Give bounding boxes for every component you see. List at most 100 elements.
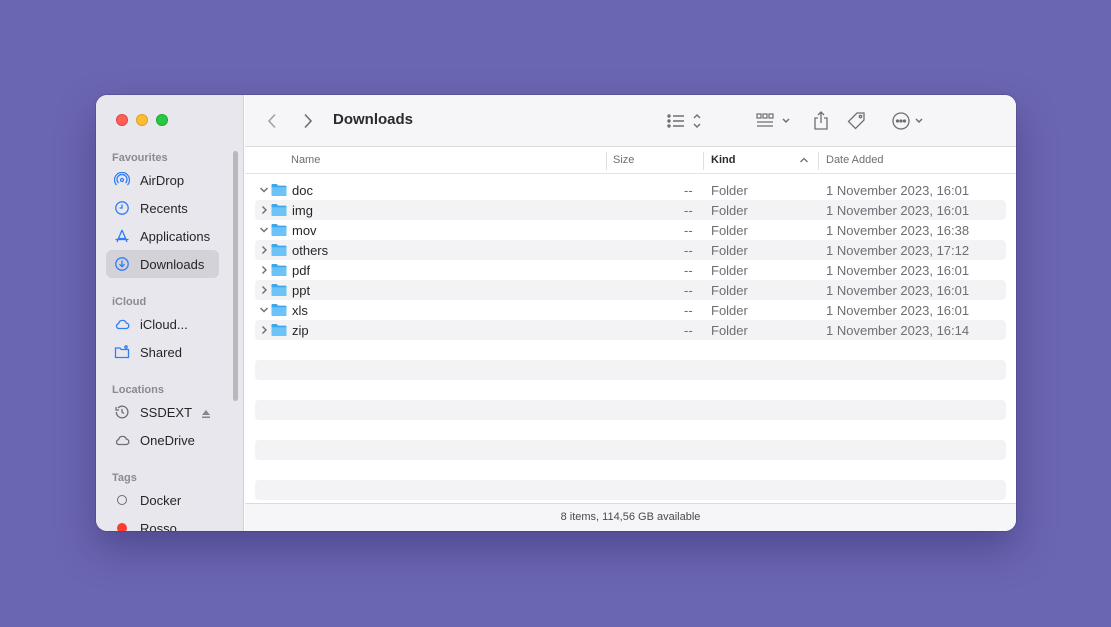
- empty-row-stripe: [255, 360, 1006, 380]
- column-date-added[interactable]: Date Added: [826, 154, 884, 166]
- file-size: --: [684, 183, 693, 198]
- sidebar-item-onedrive[interactable]: OneDrive: [106, 426, 219, 454]
- sidebar-item-label: Rosso: [140, 520, 177, 532]
- chevron-down-icon[interactable]: [259, 224, 269, 236]
- sidebar-item-tag-rosso[interactable]: Rosso: [106, 514, 219, 531]
- sidebar-item-shared[interactable]: Shared: [106, 338, 219, 366]
- chevron-right-icon[interactable]: [259, 284, 269, 296]
- file-name: ppt: [292, 283, 311, 298]
- file-name: xls: [292, 303, 308, 318]
- file-row[interactable]: others -- Folder 1 November 2023, 17:12: [255, 240, 1006, 260]
- chevron-right-icon[interactable]: [259, 264, 269, 276]
- file-row[interactable]: zip -- Folder 1 November 2023, 16:14: [255, 320, 1006, 340]
- file-name: doc: [292, 183, 313, 198]
- column-size[interactable]: Size: [613, 154, 634, 166]
- sidebar-item-label: Recents: [140, 200, 188, 216]
- file-row[interactable]: doc -- Folder 1 November 2023, 16:01: [255, 180, 1006, 200]
- sidebar-item-recents[interactable]: Recents: [106, 194, 219, 222]
- file-kind: Folder: [711, 283, 748, 298]
- share-button[interactable]: [811, 109, 831, 133]
- sidebar-item-label: iCloud...: [140, 316, 188, 332]
- sidebar-item-label: SSDEXT: [140, 404, 193, 420]
- chevron-right-icon[interactable]: [259, 324, 269, 336]
- clock-icon: [114, 200, 130, 216]
- empty-row-stripe: [255, 400, 1006, 420]
- window-title: Downloads: [333, 111, 414, 128]
- file-name: mov: [292, 223, 317, 238]
- minimize-window-button[interactable]: [136, 114, 148, 126]
- folder-icon: [271, 303, 287, 317]
- file-row[interactable]: img -- Folder 1 November 2023, 16:01: [255, 200, 1006, 220]
- close-window-button[interactable]: [116, 114, 128, 126]
- finder-window: Favourites AirDrop Recents Applications …: [96, 95, 1016, 531]
- column-name[interactable]: Name: [291, 154, 320, 166]
- sidebar-item-label: Shared: [140, 344, 182, 360]
- group-button[interactable]: [755, 109, 795, 133]
- file-size: --: [684, 203, 693, 218]
- folder-icon: [271, 203, 287, 217]
- more-actions-button[interactable]: [889, 109, 929, 133]
- file-list: doc -- Folder 1 November 2023, 16:01 img -- Fo…: [255, 180, 1006, 340]
- chevron-left-icon: [267, 113, 276, 129]
- zoom-window-button[interactable]: [156, 114, 168, 126]
- tag-dot-icon: [114, 492, 130, 508]
- cloud-icon: [114, 432, 130, 448]
- sidebar-item-ssdext[interactable]: SSDEXT: [106, 398, 219, 426]
- file-size: --: [684, 243, 693, 258]
- applications-icon: [114, 228, 130, 244]
- sidebar-section-locations: Locations: [112, 384, 164, 396]
- file-row[interactable]: pdf -- Folder 1 November 2023, 16:01: [255, 260, 1006, 280]
- file-row[interactable]: xls -- Folder 1 November 2023, 16:01: [255, 300, 1006, 320]
- file-date-added: 1 November 2023, 16:01: [826, 303, 970, 318]
- file-name: img: [292, 203, 313, 218]
- list-view-icon: [667, 114, 701, 128]
- sidebar-item-label: Applications: [140, 228, 211, 244]
- back-button[interactable]: [263, 109, 281, 133]
- file-date-added: 1 November 2023, 17:12: [826, 243, 970, 258]
- sidebar-item-airdrop[interactable]: AirDrop: [106, 166, 219, 194]
- view-options-button[interactable]: [665, 109, 705, 133]
- folder-icon: [271, 263, 287, 277]
- file-row[interactable]: mov -- Folder 1 November 2023, 16:38: [255, 220, 1006, 240]
- file-date-added: 1 November 2023, 16:14: [826, 323, 970, 338]
- chevron-right-icon[interactable]: [259, 244, 269, 256]
- file-size: --: [684, 323, 693, 338]
- empty-row-stripe: [255, 480, 1006, 500]
- status-bar: 8 items, 114,56 GB available: [245, 503, 1016, 531]
- sidebar-item-label: OneDrive: [140, 432, 195, 448]
- tags-button[interactable]: [846, 109, 868, 133]
- file-date-added: 1 November 2023, 16:01: [826, 183, 970, 198]
- airdrop-icon: [114, 172, 130, 188]
- download-icon: [114, 256, 130, 272]
- file-name: others: [292, 243, 329, 258]
- sidebar-item-downloads[interactable]: Downloads: [106, 250, 219, 278]
- column-header: Name Size Kind Date Added: [245, 148, 1016, 174]
- sidebar-item-icloud-drive[interactable]: iCloud...: [106, 310, 219, 338]
- file-kind: Folder: [711, 183, 748, 198]
- folder-icon: [271, 323, 287, 337]
- file-date-added: 1 November 2023, 16:01: [826, 203, 970, 218]
- file-kind: Folder: [711, 223, 748, 238]
- sidebar-item-label: AirDrop: [140, 172, 185, 188]
- eject-icon[interactable]: [201, 407, 211, 418]
- forward-button[interactable]: [299, 109, 317, 133]
- chevron-right-icon[interactable]: [259, 204, 269, 216]
- file-row[interactable]: ppt -- Folder 1 November 2023, 16:01: [255, 280, 1006, 300]
- chevron-down-icon[interactable]: [259, 304, 269, 316]
- sidebar-scrollbar[interactable]: [233, 151, 238, 401]
- sidebar-item-tag-docker[interactable]: Docker: [106, 486, 219, 514]
- tag-dot-icon: [114, 520, 130, 531]
- folder-icon: [271, 283, 287, 297]
- shared-folder-icon: [114, 344, 130, 360]
- empty-row-stripe: [255, 440, 1006, 460]
- file-kind: Folder: [711, 303, 748, 318]
- file-name: zip: [292, 323, 309, 338]
- chevron-right-icon: [304, 113, 313, 129]
- file-kind: Folder: [711, 243, 748, 258]
- sidebar-item-applications[interactable]: Applications: [106, 222, 219, 250]
- cloud-icon: [114, 316, 130, 332]
- sidebar-item-label: Docker: [140, 492, 182, 508]
- chevron-down-icon[interactable]: [259, 184, 269, 196]
- time-machine-icon: [114, 404, 130, 420]
- column-kind[interactable]: Kind: [711, 154, 735, 166]
